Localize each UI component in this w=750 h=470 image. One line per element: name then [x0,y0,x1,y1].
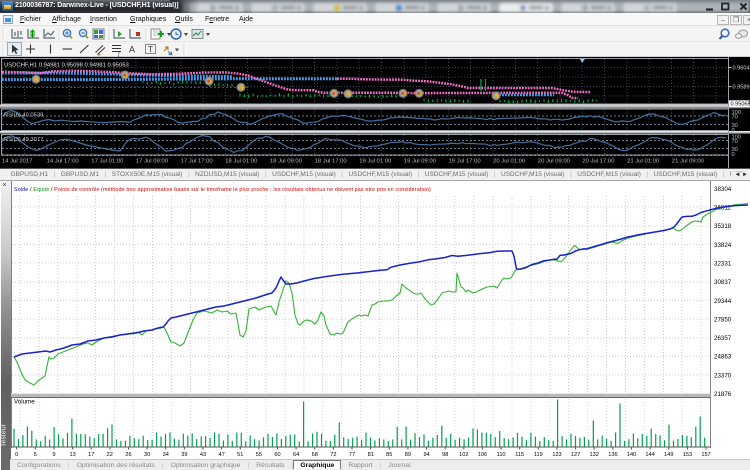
svg-text:9: 9 [52,452,55,458]
svg-text:115: 115 [515,452,524,458]
svg-text:72: 72 [330,452,336,458]
svg-text:68: 68 [312,452,318,458]
svg-text:47: 47 [218,452,224,458]
svg-text:Volume: Volume [14,399,35,406]
svg-text:55: 55 [256,452,262,458]
svg-text:51: 51 [237,452,243,458]
svg-text:85: 85 [386,452,392,458]
svg-text:18 Jul 09:00: 18 Jul 09:00 [270,159,303,165]
svg-text:132: 132 [590,452,599,458]
svg-text:18 Jul 17:00: 18 Jul 17:00 [315,159,348,165]
svg-text:32331: 32331 [714,261,732,268]
svg-text:0.95065: 0.95065 [731,102,750,108]
svg-text:30837: 30837 [714,279,732,286]
svg-text:23370: 23370 [714,372,732,379]
svg-text:144: 144 [645,452,654,458]
svg-text:35318: 35318 [714,223,732,230]
svg-text:0.95895: 0.95895 [733,85,750,91]
svg-text:21 Jul 01:00: 21 Jul 01:00 [627,159,660,165]
svg-text:14 Jul 2017: 14 Jul 2017 [2,159,32,165]
svg-text:Solde / Equité / Points de con: Solde / Equité / Points de contrôle (mét… [14,187,431,193]
svg-text:20 Jul 17:00: 20 Jul 17:00 [582,159,615,165]
svg-text:RSI(3) 49.3077: RSI(3) 49.3077 [4,137,43,143]
svg-text:98: 98 [442,452,448,458]
svg-text:5: 5 [34,452,37,458]
svg-text:17 Jul 09:00: 17 Jul 09:00 [136,159,169,165]
svg-text:0: 0 [732,128,735,134]
svg-text:14 Jul 17:00: 14 Jul 17:00 [47,159,80,165]
svg-text:34: 34 [163,452,169,458]
svg-text:39: 39 [181,452,187,458]
svg-text:13: 13 [69,452,75,458]
svg-text:26: 26 [125,452,131,458]
svg-text:17 Jul 01:00: 17 Jul 01:00 [91,159,124,165]
svg-text:123: 123 [552,452,561,458]
svg-text:A: A [129,45,135,55]
svg-text:60: 60 [274,452,280,458]
svg-text:0: 0 [15,452,18,458]
svg-text:RSI(6) 40.0538: RSI(6) 40.0538 [4,112,43,118]
svg-text:21 Jul 09:00: 21 Jul 09:00 [672,159,705,165]
svg-text:29344: 29344 [714,298,732,305]
svg-text:27850: 27850 [714,316,732,323]
svg-text:89: 89 [405,452,411,458]
svg-text:94: 94 [423,452,429,458]
svg-text:19 Jul 01:00: 19 Jul 01:00 [359,159,392,165]
svg-text:70: 70 [732,115,738,121]
svg-text:140: 140 [627,452,636,458]
svg-text:33824: 33824 [714,242,732,249]
svg-text:43: 43 [200,452,206,458]
svg-text:153: 153 [683,452,692,458]
svg-text:70: 70 [732,139,738,145]
svg-text:24863: 24863 [714,354,732,361]
svg-text:17 Jul 17:00: 17 Jul 17:00 [181,159,214,165]
svg-text:157: 157 [701,452,710,458]
svg-text:21876: 21876 [714,391,732,398]
svg-text:22: 22 [107,452,113,458]
svg-text:110: 110 [497,452,506,458]
svg-text:0.96045: 0.96045 [733,66,750,72]
svg-text:20 Jul 09:00: 20 Jul 09:00 [538,159,571,165]
svg-text:102: 102 [459,452,468,458]
svg-text:20 Jul 01:00: 20 Jul 01:00 [493,159,526,165]
svg-text:127: 127 [571,452,580,458]
svg-text:136: 136 [608,452,617,458]
svg-text:19 Jul 09:00: 19 Jul 09:00 [404,159,437,165]
svg-text:77: 77 [349,452,355,458]
svg-text:64: 64 [293,452,299,458]
svg-text:USDCHF,H1 0.94981 0.95098 0.94: USDCHF,H1 0.94981 0.95098 0.94981 0.9506… [4,63,129,69]
svg-text:17: 17 [88,452,94,458]
svg-text:19 Jul 17:00: 19 Jul 17:00 [449,159,482,165]
svg-text:81: 81 [368,452,374,458]
svg-text:119: 119 [534,452,543,458]
svg-text:18 Jul 01:00: 18 Jul 01:00 [225,159,258,165]
svg-text:149: 149 [664,452,673,458]
svg-text:26357: 26357 [714,335,732,342]
svg-text:30: 30 [144,452,150,458]
svg-text:0: 0 [732,152,735,158]
svg-text:106: 106 [478,452,487,458]
svg-text:38304: 38304 [714,186,732,193]
svg-text:T: T [148,45,153,54]
